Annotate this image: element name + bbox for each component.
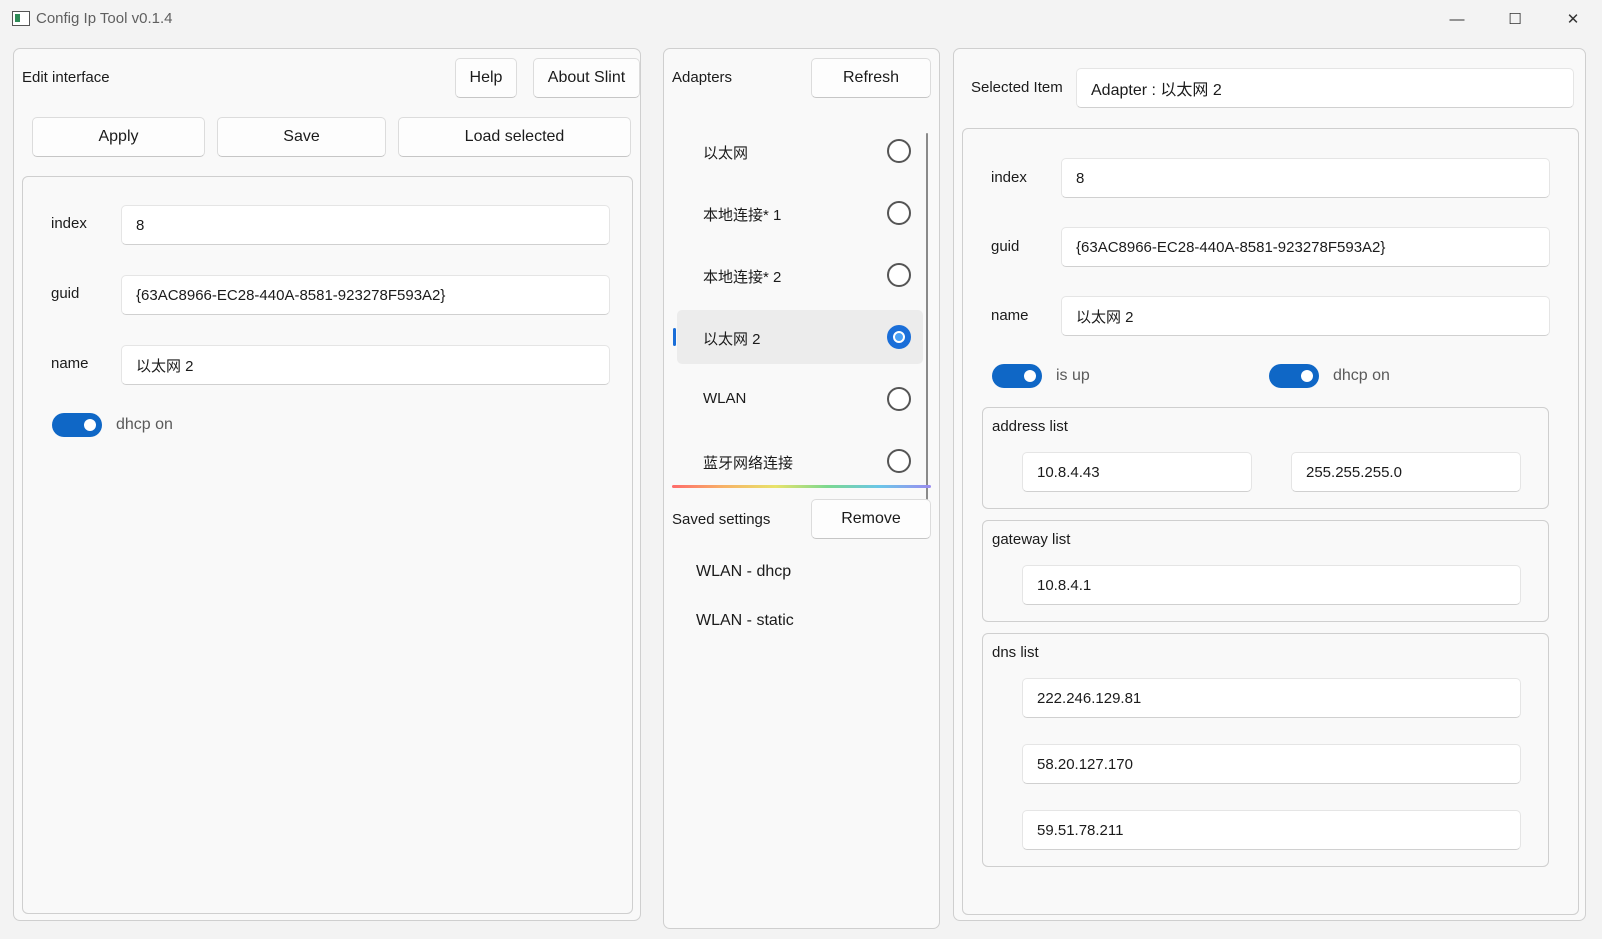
address-field[interactable]: 10.8.4.43 — [1022, 452, 1252, 492]
close-button[interactable]: ✕ — [1544, 0, 1602, 38]
dns-list-group: dns list 222.246.129.81 58.20.127.170 59… — [982, 633, 1549, 867]
adapter-list: 以太网 本地连接* 1 本地连接* 2 以太网 2 WLAN 蓝牙网络连接 — [673, 124, 923, 504]
adapter-label: 本地连接* 2 — [703, 269, 782, 286]
dhcp-toggle-label: dhcp on — [116, 416, 173, 433]
adapter-radio[interactable] — [887, 263, 911, 287]
adapter-item[interactable]: 蓝牙网络连接 — [677, 434, 923, 488]
gateway-list-group: gateway list 10.8.4.1 — [982, 520, 1549, 622]
edit-interface-panel: Edit interface Help About Slint Apply Sa… — [13, 48, 641, 921]
adapter-radio[interactable] — [887, 201, 911, 225]
adapter-list-scrollbar[interactable] — [926, 133, 928, 505]
dhcp-toggle[interactable] — [52, 413, 102, 437]
adapter-item[interactable]: 以太网 — [677, 124, 923, 178]
adapter-label: WLAN — [703, 390, 747, 407]
name-label: name — [991, 307, 1029, 324]
edit-form-card: index 8 guid {63AC8966-EC28-440A-8581-92… — [22, 176, 633, 914]
index-label: index — [51, 215, 87, 232]
toggle-knob — [1301, 370, 1313, 382]
load-selected-button[interactable]: Load selected — [398, 117, 631, 157]
adapter-label: 以太网 — [703, 145, 749, 162]
toggle-knob — [84, 419, 96, 431]
apply-button[interactable]: Apply — [32, 117, 205, 157]
details-card: index 8 guid {63AC8966-EC28-440A-8581-92… — [962, 128, 1579, 915]
adapter-radio[interactable] — [887, 387, 911, 411]
minimize-button[interactable]: — — [1428, 0, 1486, 38]
index-field[interactable]: 8 — [121, 205, 610, 245]
address-list-title: address list — [992, 418, 1068, 435]
about-slint-button[interactable]: About Slint — [533, 58, 640, 98]
is-up-label: is up — [1056, 367, 1090, 384]
remove-button[interactable]: Remove — [811, 499, 931, 539]
adapter-label: 以太网 2 — [703, 331, 761, 348]
adapters-title: Adapters — [672, 69, 733, 86]
adapter-item[interactable]: 本地连接* 2 — [677, 248, 923, 302]
dhcp-toggle-label: dhcp on — [1333, 367, 1390, 384]
refresh-button[interactable]: Refresh — [811, 58, 931, 98]
saved-settings-title: Saved settings — [672, 511, 771, 528]
selected-item-field[interactable]: Adapter : 以太网 2 — [1076, 68, 1574, 108]
rainbow-divider — [672, 485, 931, 488]
adapters-panel: Adapters Refresh 以太网 本地连接* 1 本地连接* 2 以太网… — [663, 48, 940, 929]
adapter-item[interactable]: WLAN — [677, 372, 923, 426]
guid-field[interactable]: {63AC8966-EC28-440A-8581-923278F593A2} — [121, 275, 610, 315]
index-field[interactable]: 8 — [1061, 158, 1550, 198]
app-icon — [12, 11, 30, 26]
adapter-radio-checked[interactable] — [887, 325, 911, 349]
adapter-item-selected[interactable]: 以太网 2 — [673, 310, 923, 364]
edit-interface-title: Edit interface — [22, 69, 110, 86]
saved-setting-item[interactable]: WLAN - dhcp — [696, 563, 791, 581]
window-title: Config Ip Tool v0.1.4 — [36, 10, 173, 27]
title-bar: Config Ip Tool v0.1.4 — ☐ ✕ — [0, 0, 1602, 38]
gateway-field[interactable]: 10.8.4.1 — [1022, 565, 1521, 605]
dns-field[interactable]: 59.51.78.211 — [1022, 810, 1521, 850]
name-field[interactable]: 以太网 2 — [121, 345, 610, 385]
guid-field[interactable]: {63AC8966-EC28-440A-8581-923278F593A2} — [1061, 227, 1550, 267]
selected-item-label: Selected Item — [971, 79, 1063, 96]
dns-field[interactable]: 58.20.127.170 — [1022, 744, 1521, 784]
adapter-label: 蓝牙网络连接 — [703, 455, 794, 472]
gateway-list-title: gateway list — [992, 531, 1071, 548]
dhcp-toggle[interactable] — [1269, 364, 1319, 388]
selection-indicator — [673, 328, 676, 346]
name-label: name — [51, 355, 89, 372]
adapter-radio[interactable] — [887, 139, 911, 163]
guid-label: guid — [991, 238, 1020, 255]
name-field[interactable]: 以太网 2 — [1061, 296, 1550, 336]
saved-setting-item[interactable]: WLAN - static — [696, 612, 794, 630]
maximize-button[interactable]: ☐ — [1486, 0, 1544, 38]
adapter-radio[interactable] — [887, 449, 911, 473]
save-button[interactable]: Save — [217, 117, 386, 157]
address-list-group: address list 10.8.4.43 255.255.255.0 — [982, 407, 1549, 509]
guid-label: guid — [51, 285, 80, 302]
dns-list-title: dns list — [992, 644, 1039, 661]
adapter-item[interactable]: 本地连接* 1 — [677, 186, 923, 240]
details-panel: Selected Item Adapter : 以太网 2 index 8 gu… — [953, 48, 1586, 921]
netmask-field[interactable]: 255.255.255.0 — [1291, 452, 1521, 492]
help-button[interactable]: Help — [455, 58, 517, 98]
index-label: index — [991, 169, 1027, 186]
is-up-toggle[interactable] — [992, 364, 1042, 388]
toggle-knob — [1024, 370, 1036, 382]
adapter-label: 本地连接* 1 — [703, 207, 782, 224]
dns-field[interactable]: 222.246.129.81 — [1022, 678, 1521, 718]
